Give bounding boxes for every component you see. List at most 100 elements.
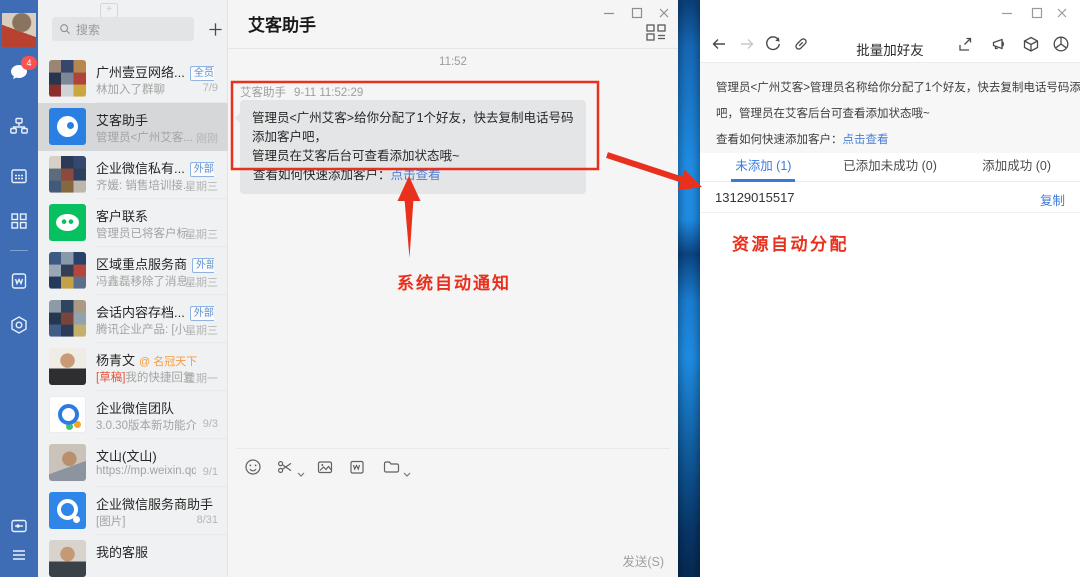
- emoji-icon[interactable]: [244, 458, 262, 476]
- contacts-icon[interactable]: [9, 116, 29, 136]
- maximize-button[interactable]: [630, 6, 644, 20]
- list-item[interactable]: 会话内容存档...外部 腾讯企业产品: [小... 星期三: [38, 295, 228, 343]
- chat-preview: 3.0.30版本新功能介绍: [96, 417, 196, 433]
- close-button[interactable]: [1055, 6, 1069, 20]
- notice-line: 吧，管理员在艾客后台可查看添加状态哦~: [716, 101, 1064, 127]
- copy-button[interactable]: 复制: [1040, 190, 1065, 209]
- chat-preview: 管理员<广州艾客...: [96, 129, 196, 145]
- docs-icon[interactable]: [9, 271, 29, 291]
- chat-preview: 管理员已将客户标...: [96, 225, 196, 241]
- screenshot-scissors-icon[interactable]: [276, 458, 294, 476]
- message-bubble: 管理员<广州艾客>给你分配了1个好友，快去复制电话号码添加客户吧， 管理员在艾客…: [240, 100, 586, 194]
- view-guide-link[interactable]: 点击查看: [843, 134, 889, 146]
- list-item[interactable]: 区域重点服务商外部 冯鑫磊移除了消息... 星期三: [38, 247, 228, 295]
- app-hexagon-icon[interactable]: [9, 315, 29, 335]
- chat-preview: 林加入了群聊: [96, 81, 196, 97]
- mention-suffix: @ 名冠天下: [139, 356, 197, 368]
- maximize-button[interactable]: [1030, 6, 1044, 20]
- chat-title: 艾客助手: [96, 113, 148, 128]
- notice-line: 查看如何快速添加客户：点击查看: [716, 127, 1064, 153]
- chat-time: 9/3: [203, 418, 218, 430]
- tab-added-unsuccessful[interactable]: 已添加未成功 (0): [827, 153, 954, 181]
- chevron-down-icon[interactable]: [403, 465, 411, 471]
- left-nav: 4: [0, 0, 38, 577]
- share-icon[interactable]: [956, 35, 974, 53]
- service-assistant-avatar: [49, 492, 86, 529]
- calendar-icon[interactable]: [9, 166, 29, 186]
- message-line: 查看如何快速添加客户：点击查看: [252, 166, 574, 185]
- list-item-selected[interactable]: 艾客助手 管理员<广州艾客... 刚刚: [38, 103, 228, 151]
- add-chat-button[interactable]: [204, 18, 226, 40]
- group-avatar: [49, 252, 86, 289]
- draft-label: [草稿]: [96, 372, 125, 384]
- tab-not-added[interactable]: 未添加 (1): [700, 153, 827, 181]
- list-item[interactable]: 企业微信团队 3.0.30版本新功能介绍 9/3: [38, 391, 228, 439]
- chevron-down-icon[interactable]: [297, 465, 305, 471]
- contact-avatar: [49, 348, 86, 385]
- minimize-button[interactable]: [602, 6, 616, 20]
- workbench-icon[interactable]: [9, 211, 29, 231]
- status-tabs: 未添加 (1) 已添加未成功 (0) 添加成功 (0): [700, 153, 1080, 182]
- contact-avatar: [49, 540, 86, 577]
- chat-preview: 齐媛: 销售培训接...: [96, 177, 196, 193]
- nav-divider: [10, 250, 28, 251]
- browser-shield-icon[interactable]: [1052, 35, 1070, 53]
- chat-preview: https://mp.weixin.qq....: [96, 465, 196, 477]
- group-avatar: 4: [49, 156, 86, 193]
- chat-title: 广州壹豆网络...: [96, 65, 185, 80]
- tab-added-success[interactable]: 添加成功 (0): [953, 153, 1080, 181]
- list-item[interactable]: 4 企业微信私有... 外部 齐媛: 销售培训接... 星期三: [38, 151, 228, 199]
- folder-icon[interactable]: [382, 458, 400, 476]
- chat-list-panel: + 搜索 广州壹豆网络...全员 林加入了群聊 7/9 艾客助手 管理员<广州艾…: [38, 0, 228, 577]
- list-item[interactable]: 我的客服: [38, 535, 228, 577]
- cube-icon[interactable]: [1022, 35, 1040, 53]
- send-button[interactable]: 发送(S): [622, 551, 664, 570]
- chat-time: 星期三: [185, 322, 218, 338]
- search-input[interactable]: 搜索: [52, 17, 194, 41]
- minimize-button[interactable]: [1000, 6, 1014, 20]
- list-item[interactable]: 企业微信服务商助手 [图片] 8/31: [38, 487, 228, 535]
- assignment-notice: 管理员<广州艾客>管理员名称给你分配了1个好友，快去复制电话号码添加客户 吧，管…: [700, 63, 1080, 153]
- message-line-text: 查看如何快速添加客户：: [253, 168, 391, 182]
- chat-time: 9/1: [203, 466, 218, 478]
- chat-title: 企业微信私有...: [96, 161, 185, 176]
- image-icon[interactable]: [316, 458, 334, 476]
- chat-title: 客户联系: [96, 209, 148, 224]
- menu-hamburger-icon[interactable]: [9, 545, 29, 565]
- list-item[interactable]: 杨青文@ 名冠天下 [草稿]我的快捷回复 星期一: [38, 343, 228, 391]
- chat-time: 星期三: [185, 178, 218, 194]
- list-item[interactable]: 广州壹豆网络...全员 林加入了群聊 7/9: [38, 55, 228, 103]
- list-item[interactable]: 客户联系 管理员已将客户标... 星期三: [38, 199, 228, 247]
- time-divider: 11:52: [228, 56, 678, 68]
- chat-time: 星期一: [185, 370, 218, 386]
- avatar[interactable]: [2, 13, 36, 47]
- chat-title: 杨青文: [96, 353, 135, 368]
- chat-unread-badge: 4: [21, 56, 37, 70]
- wecom-team-avatar: [49, 396, 86, 433]
- chat-time: 星期三: [185, 274, 218, 290]
- settings-slider-icon[interactable]: [9, 516, 29, 536]
- megaphone-icon[interactable]: [990, 35, 1008, 53]
- doc-icon[interactable]: [348, 458, 366, 476]
- notice-line-text: 查看如何快速添加客户：: [716, 134, 843, 146]
- search-icon: [59, 23, 71, 35]
- close-button[interactable]: [657, 6, 671, 20]
- wecom-main-window: 4: [0, 0, 678, 577]
- chat-time: 星期三: [185, 226, 218, 242]
- chat-toolbar: [236, 448, 670, 481]
- list-item[interactable]: 文山(文山) https://mp.weixin.qq.... 9/1: [38, 439, 228, 487]
- chat-window-title: 艾客助手: [248, 11, 316, 36]
- screen: 4: [0, 0, 1080, 577]
- tag-badge: 外部: [192, 258, 214, 273]
- chat-preview: 腾讯企业产品: [小...: [96, 321, 196, 337]
- split-view-icon[interactable]: [646, 24, 667, 41]
- message-line: 管理员<广州艾客>给你分配了1个好友，快去复制电话号码添加客户吧，: [252, 109, 574, 147]
- phone-number: 13129015517: [715, 190, 795, 205]
- header-divider: [228, 48, 678, 49]
- view-details-link[interactable]: 点击查看: [391, 168, 441, 182]
- tag-badge: 全员: [190, 66, 214, 81]
- chat-title: 企业微信服务商助手: [96, 497, 213, 512]
- tag-badge: 外部: [190, 162, 214, 177]
- search-placeholder: 搜索: [76, 21, 100, 38]
- contact-avatar: [49, 444, 86, 481]
